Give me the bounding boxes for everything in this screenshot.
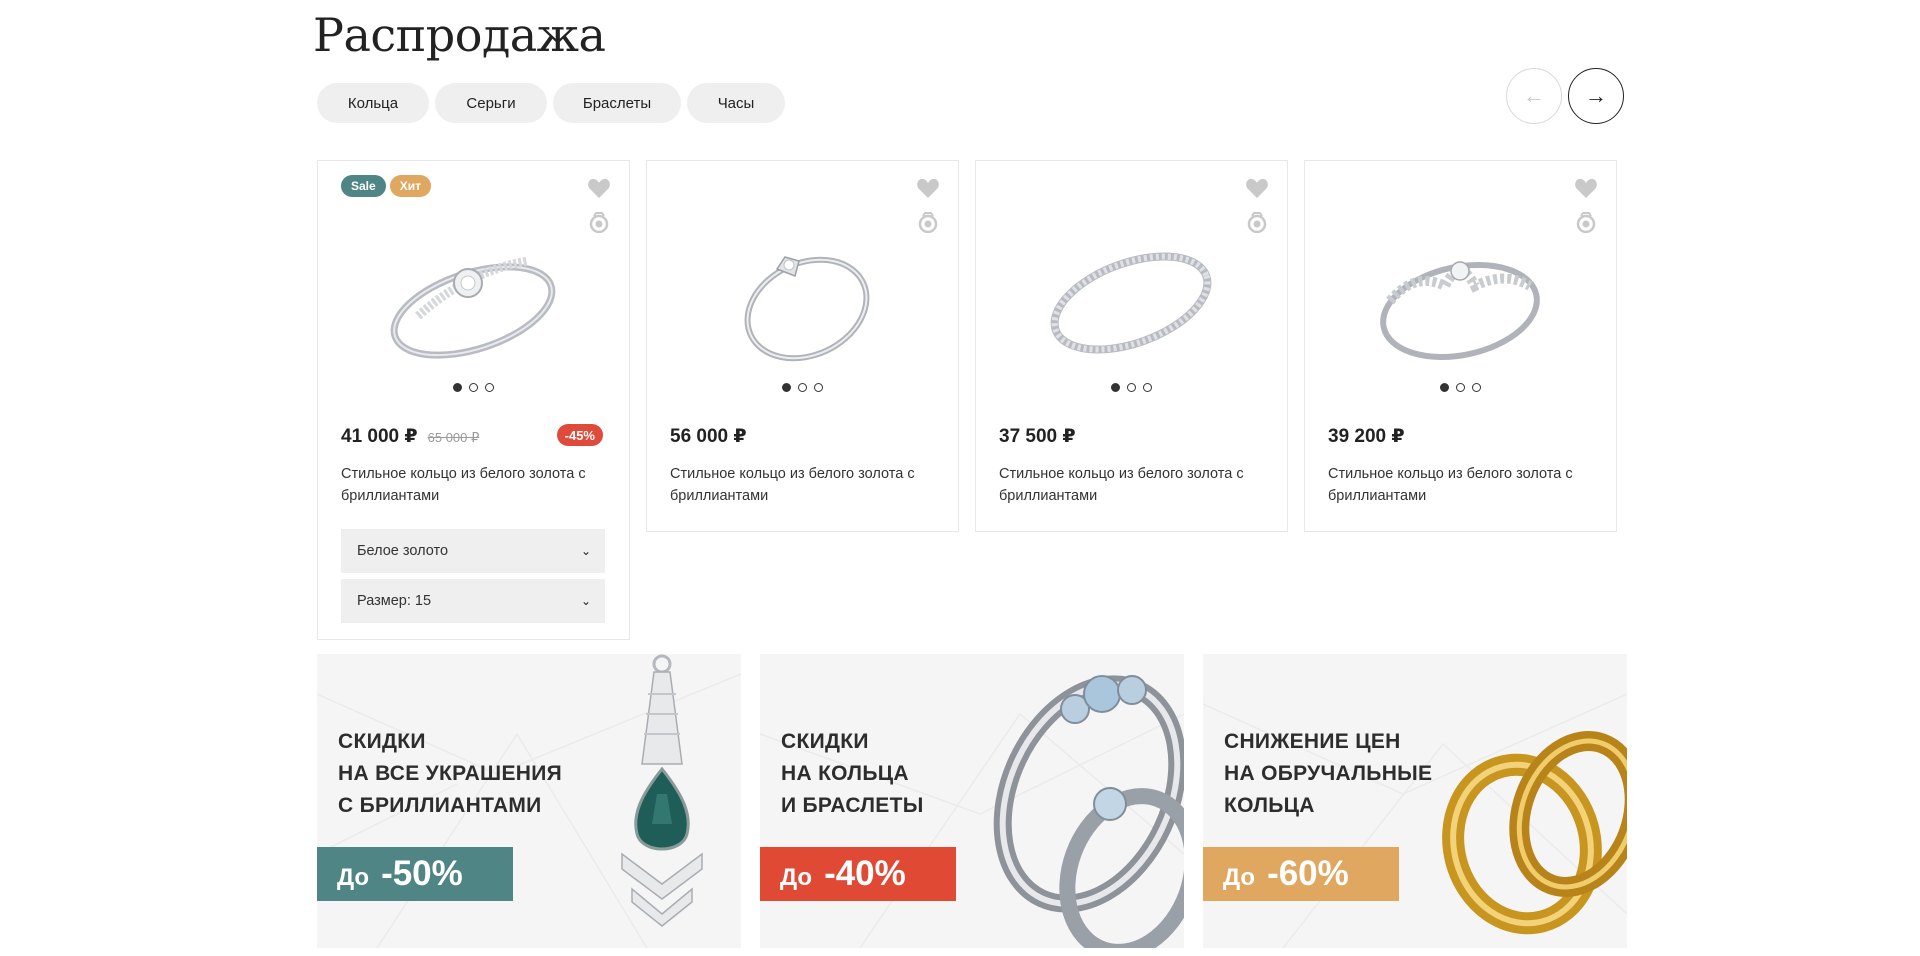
banner-line: С БРИЛЛИАНТАМИ [338, 794, 542, 817]
page-title: Распродажа [313, 8, 606, 62]
discount-percent: -40% [824, 854, 906, 893]
carousel-dot[interactable] [814, 383, 823, 392]
banner-line: НА ОБРУЧАЛЬНЫЕ [1224, 762, 1433, 785]
compare-icon[interactable] [916, 211, 940, 233]
wedding-rings-image [1442, 731, 1627, 935]
discount-label: До -50% [317, 847, 513, 901]
carousel-dot[interactable] [1472, 383, 1481, 392]
chevron-down-icon: ⌄ [580, 544, 591, 558]
carousel-dot[interactable] [798, 383, 807, 392]
discount-label: До -40% [760, 847, 956, 901]
discount-percent: -50% [381, 854, 463, 893]
carousel-dot[interactable] [1111, 383, 1120, 392]
banner-line: КОЛЬЦА [1224, 794, 1315, 817]
discount-prefix: До [1223, 864, 1256, 891]
size-select-value: Размер: 15 [357, 593, 432, 609]
banner-text: СКИДКИ НА КОЛЬЦА И БРАСЛЕТЫ [781, 726, 924, 822]
tab-watches[interactable]: Часы [687, 83, 785, 123]
rings-image [993, 675, 1184, 948]
carousel-dots [318, 383, 629, 392]
compare-icon[interactable] [1574, 211, 1598, 233]
discount-label: До -60% [1203, 847, 1399, 901]
promo-banner-wedding-rings[interactable]: СНИЖЕНИЕ ЦЕН НА ОБРУЧАЛЬНЫЕ КОЛЬЦА До -6… [1203, 654, 1627, 948]
price: 56 000 ₽ [670, 426, 747, 447]
price-row: 39 200 ₽ [1328, 425, 1405, 448]
carousel-dots [1305, 383, 1616, 392]
discount-percent: -60% [1267, 854, 1349, 893]
prev-arrow-button[interactable]: ← [1506, 68, 1562, 124]
compare-icon[interactable] [587, 211, 611, 233]
product-card[interactable]: Sale Хит 41 000 ₽ 65 000 ₽ -45% Стильное… [317, 160, 630, 640]
tab-rings[interactable]: Кольца [317, 83, 429, 123]
carousel-dot[interactable] [453, 383, 462, 392]
old-price: 65 000 ₽ [427, 430, 480, 445]
banner-text: СНИЖЕНИЕ ЦЕН НА ОБРУЧАЛЬНЫЕ КОЛЬЦА [1224, 726, 1432, 822]
ring-photo[interactable] [1036, 231, 1226, 371]
carousel-dot[interactable] [469, 383, 478, 392]
sale-badge: Sale [341, 175, 386, 197]
tab-bracelets[interactable]: Браслеты [553, 83, 681, 123]
carousel-dot[interactable] [1440, 383, 1449, 392]
size-select[interactable]: Размер: 15 ⌄ [341, 579, 605, 623]
product-card[interactable]: 37 500 ₽ Стильное кольцо из белого золот… [975, 160, 1288, 532]
product-title[interactable]: Стильное кольцо из белого золота с брилл… [1328, 463, 1598, 507]
carousel-dots [976, 383, 1287, 392]
product-card[interactable]: 56 000 ₽ Стильное кольцо из белого золот… [646, 160, 959, 532]
carousel-dot[interactable] [1456, 383, 1465, 392]
heart-icon[interactable] [1574, 177, 1598, 199]
compare-icon[interactable] [1245, 211, 1269, 233]
ring-photo[interactable] [707, 231, 897, 371]
heart-icon[interactable] [916, 177, 940, 199]
heart-icon[interactable] [587, 177, 611, 199]
price-row: 41 000 ₽ 65 000 ₽ [341, 425, 479, 448]
carousel-dot[interactable] [782, 383, 791, 392]
pendant-image [621, 654, 703, 927]
category-tabs: Кольца Серьги Браслеты Часы [317, 83, 785, 123]
product-card[interactable]: 39 200 ₽ Стильное кольцо из белого золот… [1304, 160, 1617, 532]
chevron-down-icon: ⌄ [580, 594, 591, 608]
banner-line: НА ВСЕ УКРАШЕНИЯ [338, 762, 563, 785]
carousel-dot[interactable] [1143, 383, 1152, 392]
banner-line: И БРАСЛЕТЫ [781, 794, 924, 817]
carousel-dot[interactable] [485, 383, 494, 392]
price: 41 000 ₽ [341, 426, 418, 447]
ring-photo[interactable] [378, 231, 568, 371]
tab-earrings[interactable]: Серьги [435, 83, 547, 123]
banner-line: СНИЖЕНИЕ ЦЕН [1224, 730, 1401, 753]
carousel-dot[interactable] [1127, 383, 1136, 392]
product-title[interactable]: Стильное кольцо из белого золота с брилл… [341, 463, 611, 507]
discount-prefix: До [337, 864, 370, 891]
arrow-left-icon: ← [1523, 83, 1545, 108]
ring-photo[interactable] [1365, 231, 1555, 371]
price-row: 56 000 ₽ [670, 425, 747, 448]
promo-banner-diamonds[interactable]: СКИДКИ НА ВСЕ УКРАШЕНИЯ С БРИЛЛИАНТАМИ Д… [317, 654, 741, 948]
product-title[interactable]: Стильное кольцо из белого золота с брилл… [999, 463, 1269, 507]
price: 39 200 ₽ [1328, 426, 1405, 447]
banner-line: НА КОЛЬЦА [781, 762, 909, 785]
price: 37 500 ₽ [999, 426, 1076, 447]
price-row: 37 500 ₽ [999, 425, 1076, 448]
promo-banner-rings-bracelets[interactable]: СКИДКИ НА КОЛЬЦА И БРАСЛЕТЫ До -40% [760, 654, 1184, 948]
badges: Sale Хит [341, 175, 431, 197]
arrow-right-icon: → [1585, 83, 1607, 108]
discount-badge: -45% [556, 424, 603, 446]
metal-select-value: Белое золото [357, 543, 449, 559]
banner-line: СКИДКИ [781, 730, 869, 753]
next-arrow-button[interactable]: → [1568, 68, 1624, 124]
product-title[interactable]: Стильное кольцо из белого золота с брилл… [670, 463, 940, 507]
heart-icon[interactable] [1245, 177, 1269, 199]
banner-text: СКИДКИ НА ВСЕ УКРАШЕНИЯ С БРИЛЛИАНТАМИ [338, 726, 562, 822]
metal-select[interactable]: Белое золото ⌄ [341, 529, 605, 573]
discount-prefix: До [780, 864, 813, 891]
hit-badge: Хит [389, 175, 431, 197]
banner-line: СКИДКИ [338, 730, 426, 753]
carousel-dots [647, 383, 958, 392]
